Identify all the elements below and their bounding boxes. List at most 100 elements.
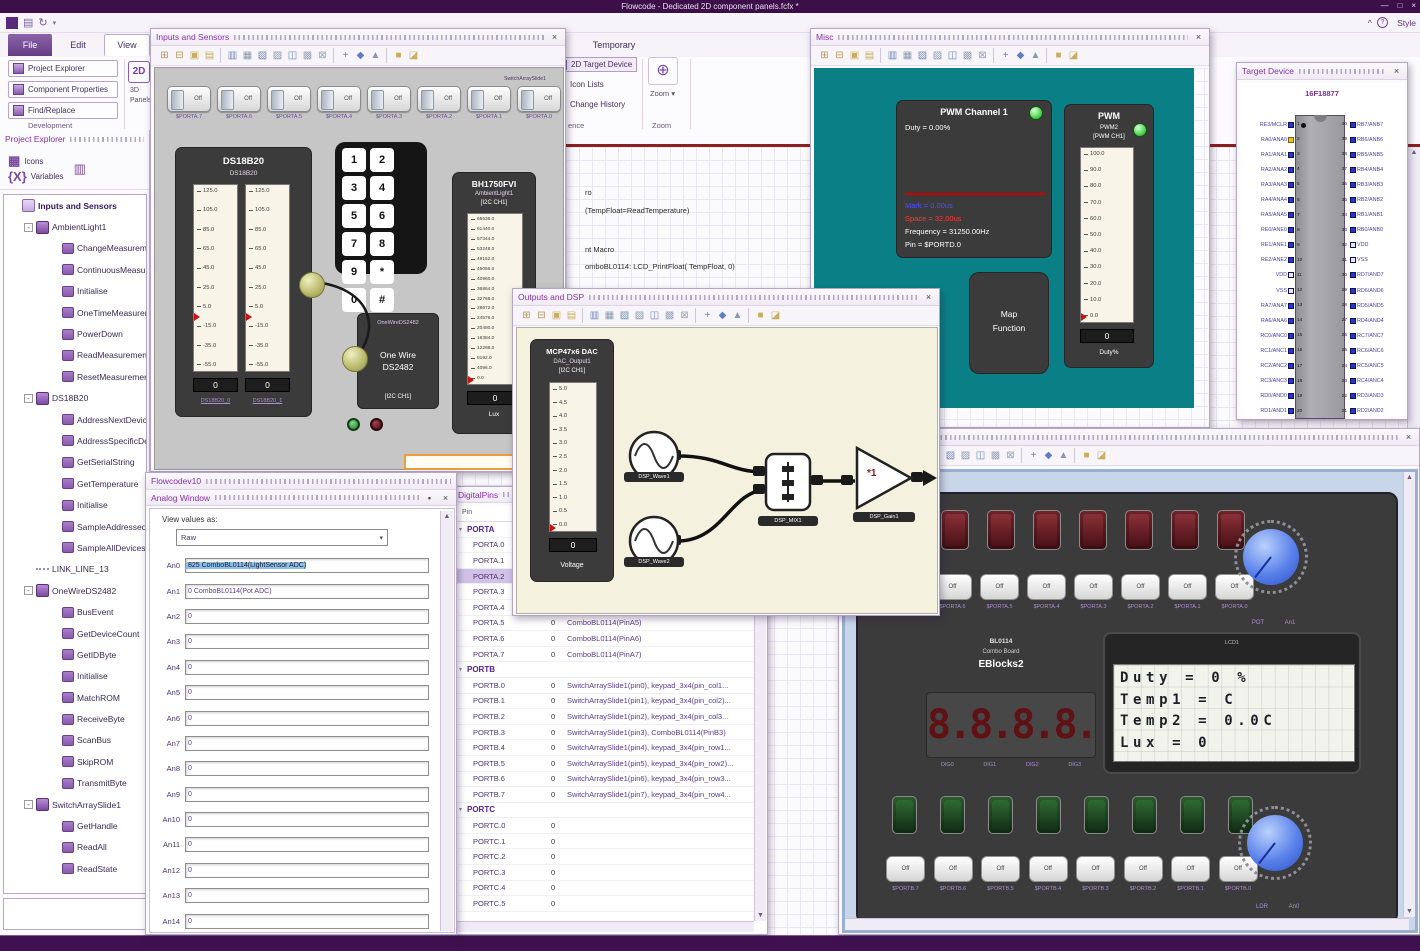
save-icon[interactable]: ▤	[23, 16, 33, 29]
portb-switch-button[interactable]: Off	[1076, 856, 1115, 882]
slide-switch[interactable]: Off $PORTA.4	[317, 86, 361, 120]
toolbar-icon[interactable]: ⊠	[677, 308, 692, 323]
app-icon[interactable]	[6, 16, 18, 29]
chip-pin[interactable]: 26 RC7/ANC7	[1338, 328, 1402, 343]
digital-pin-row[interactable]: PORTB.4 0 SwitchArraySlide1(pin4), keypa…	[456, 740, 754, 756]
scroll-down-icon[interactable]: ▼	[1404, 908, 1415, 915]
digital-pin-row[interactable]: PORTA.7 0 ComboBL0114(PinA7)	[456, 647, 754, 663]
toolbar-icon[interactable]: ■	[1046, 48, 1066, 63]
digital-pin-row[interactable]: PORTB.2 0 SwitchArraySlide1(pin2), keypa…	[456, 709, 754, 725]
maximize-icon[interactable]: □	[1397, 1, 1402, 10]
portb-switch-button[interactable]: Off	[1171, 856, 1210, 882]
keypad-key[interactable]: 7	[342, 232, 366, 256]
group-expander-icon[interactable]: ▾	[456, 666, 465, 673]
keypad-key[interactable]: *	[370, 260, 394, 284]
chip-pin[interactable]: RA4/ANA4 6	[1242, 192, 1306, 207]
target-device-titlebar[interactable]: Target Device ×	[1237, 63, 1407, 80]
chip-pin[interactable]: RD1/AND1 20	[1242, 404, 1306, 419]
toolbar-icon[interactable]: ◆	[1013, 48, 1028, 63]
toolbar-icon[interactable]: ⊞	[817, 48, 832, 63]
slide-switch[interactable]: Off $PORTA.7	[167, 86, 211, 120]
tree-item[interactable]: LINK_LINE_13	[4, 559, 146, 580]
tree-item[interactable]: GetDeviceCount	[4, 623, 146, 644]
tree-item[interactable]: GetTemperature	[4, 473, 146, 494]
digital-pin-row[interactable]: ▾ PORTC	[456, 803, 754, 819]
portb-switch-button[interactable]: Off	[1123, 856, 1163, 882]
ldr-knob[interactable]	[1238, 806, 1312, 880]
toolbar-icon[interactable]: +	[993, 48, 1013, 63]
chip-pin[interactable]: RD0/AND0 19	[1242, 389, 1306, 404]
toolbar-icon[interactable]: ◫	[945, 48, 960, 63]
explorer-tab[interactable]: {X} Variables	[8, 169, 64, 184]
toolbar-icon[interactable]: ⊠	[315, 48, 330, 63]
digital-pin-row[interactable]: PORTA.6 0 ComboBL0114(PinA6)	[456, 631, 754, 647]
tree-item[interactable]: - OneWireDS2482	[4, 580, 146, 601]
minimize-icon[interactable]: —	[1380, 1, 1388, 10]
toolbar-icon[interactable]: ▨	[632, 308, 647, 323]
onewire-block[interactable]: OneWireDS2482 One Wire DS2482 [I2C CH1]	[357, 313, 439, 409]
view-mode-dropdown[interactable]: Raw ▾	[176, 529, 388, 546]
digital-pin-row[interactable]: PORTB.0 0 SwitchArraySlide1(pin0), keypa…	[456, 678, 754, 694]
chip-pin[interactable]: RE1/ANE1 9	[1242, 238, 1306, 253]
tree-item[interactable]: ReadMeasurement	[4, 345, 146, 366]
chip-pin[interactable]: RE3/MCLR 1	[1242, 117, 1306, 132]
keypad-key[interactable]: 6	[370, 204, 394, 228]
close-icon[interactable]: ×	[549, 32, 560, 42]
digital-pin-row[interactable]: PORTC.2 0	[456, 849, 754, 866]
panel-2d-icon[interactable]: 2D	[128, 61, 150, 83]
keypad-key[interactable]: 2	[370, 148, 394, 172]
app-titlebar[interactable]: Flowcode - Dedicated 2D component panels…	[0, 0, 1420, 13]
digital-pin-row[interactable]: PORTC.1 0	[456, 834, 754, 850]
chip-pin[interactable]: RA6/ANA6 14	[1242, 313, 1306, 328]
keypad-key[interactable]: 1	[342, 148, 366, 172]
digital-pin-row[interactable]: PORTB.3 0 SwitchArraySlide1(pin3), Combo…	[456, 725, 754, 741]
scroll-up-icon[interactable]: ▲	[1408, 147, 1420, 156]
chip-pin[interactable]: RC3/ANC3 18	[1242, 374, 1306, 389]
chip-pin[interactable]: 33 RB0/ANB0	[1338, 223, 1402, 238]
stop-indicator-icon[interactable]	[370, 418, 383, 431]
chip-pin[interactable]: 27 RD4/AND4	[1338, 313, 1402, 328]
chip-pin[interactable]: RA7/ANA7 13	[1242, 298, 1306, 313]
toolbar-icon[interactable]: ◪	[1066, 48, 1081, 63]
expander-icon[interactable]: -	[24, 393, 33, 403]
tree-item[interactable]: - AmbientLight1	[4, 216, 146, 237]
toolbar-icon[interactable]: ▦	[240, 48, 255, 63]
toolbar-icon[interactable]: ▧	[943, 448, 958, 463]
toolbar-icon[interactable]: ▲	[1056, 448, 1071, 463]
scroll-up-icon[interactable]: ▲	[1404, 472, 1415, 481]
analog-titlebar[interactable]: Analog Window ▪ ×	[146, 490, 456, 506]
chip-pin[interactable]: 22 RD3/AND3	[1338, 389, 1402, 404]
slide-switch[interactable]: Off $PORTA.1	[467, 86, 511, 120]
tree-item[interactable]: AddressNextDevice	[4, 409, 146, 430]
misc-window-titlebar[interactable]: Misc ×	[811, 29, 1209, 46]
component-properties-button[interactable]: Component Properties	[8, 81, 118, 98]
analog-value-box[interactable]: 0	[185, 812, 429, 828]
tree-item[interactable]: ReadAll	[4, 837, 146, 858]
close-icon[interactable]: ×	[1391, 66, 1402, 76]
tree-item[interactable]: GetHandle	[4, 815, 146, 836]
digital-pin-row[interactable]: ▾ PORTB	[456, 662, 754, 678]
toolbar-icon[interactable]: ◆	[715, 308, 730, 323]
tree-item[interactable]: ScanBus	[4, 730, 146, 751]
minimize-icon[interactable]: ▪	[424, 493, 435, 503]
toolbar-icon[interactable]: ▩	[988, 448, 1003, 463]
tree-item[interactable]: PowerDown	[4, 323, 146, 344]
digital-horizontal-scrollbar[interactable]	[456, 921, 754, 932]
tree-item[interactable]: Initialise	[4, 494, 146, 515]
analog-value-box[interactable]: 0	[185, 913, 429, 929]
analog-value-box[interactable]: 0	[185, 786, 429, 802]
slide-switch[interactable]: Off $PORTA.3	[367, 86, 411, 120]
tree-item[interactable]: - SwitchArraySlide1	[4, 794, 146, 815]
chip-pin[interactable]: VDD 11	[1242, 268, 1306, 283]
chip-pin[interactable]: RC1/ANC1 16	[1242, 343, 1306, 358]
tab-file[interactable]: File	[8, 34, 52, 56]
toolbar-icon[interactable]: ▨	[930, 48, 945, 63]
analog-value-box[interactable]: 0	[185, 735, 429, 751]
bus-node[interactable]	[342, 346, 368, 372]
portb-switch-button[interactable]: Off	[933, 856, 973, 882]
toolbar-icon[interactable]: ⊠	[1003, 448, 1018, 463]
run-indicator-icon[interactable]	[347, 418, 360, 431]
project-explorer-button[interactable]: Project Explorer	[8, 60, 118, 77]
toolbar-icon[interactable]: ▥	[220, 48, 240, 63]
keypad-key[interactable]: 0	[342, 288, 366, 312]
